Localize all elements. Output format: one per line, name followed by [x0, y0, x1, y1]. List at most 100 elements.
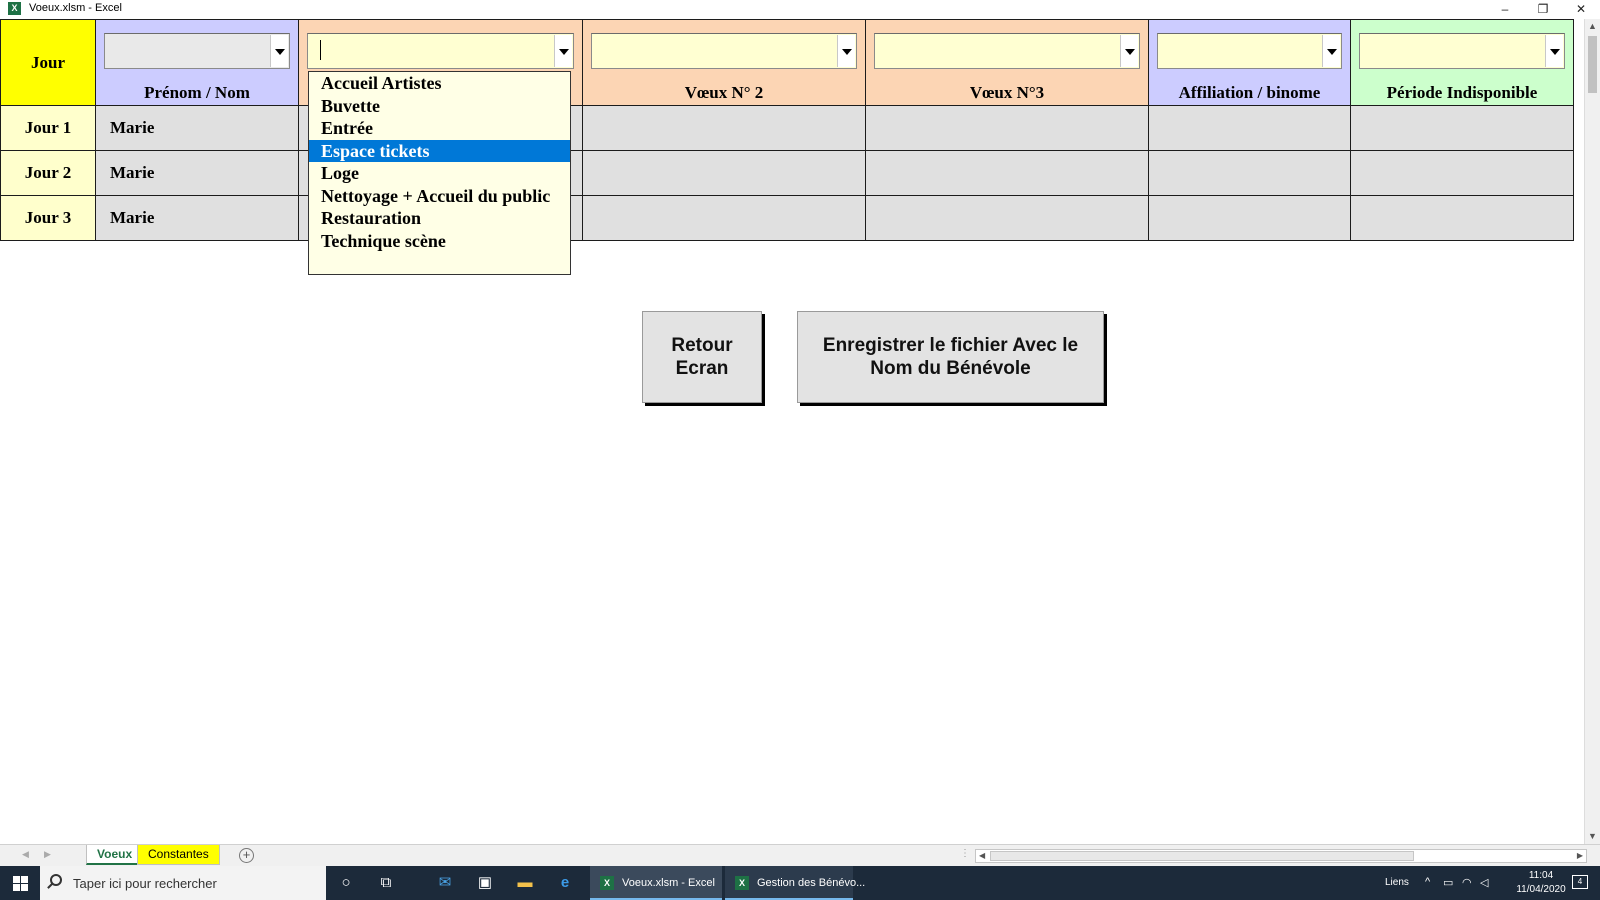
scroll-right-icon[interactable]: ▶	[1577, 850, 1583, 862]
header-affiliation: Affiliation / binome	[1148, 19, 1351, 106]
next-sheet-icon[interactable]: ▶	[44, 849, 51, 860]
excel-icon: X	[600, 876, 614, 890]
affiliation-cell[interactable]	[1148, 105, 1351, 151]
start-button[interactable]	[0, 866, 40, 900]
voeux1-dropdown-list: Accueil Artistes Buvette Entrée Espace t…	[308, 71, 571, 275]
sheet-tab-voeux[interactable]: Voeux	[86, 845, 144, 865]
scroll-left-icon[interactable]: ◀	[979, 850, 985, 862]
periode-combobox[interactable]	[1359, 33, 1565, 69]
periode-cell[interactable]	[1350, 150, 1574, 196]
search-icon	[50, 874, 62, 886]
tray-liens[interactable]: Liens	[1385, 877, 1409, 888]
store-icon[interactable]: ▣	[465, 866, 505, 900]
minimize-button[interactable]: –	[1490, 0, 1520, 18]
dropdown-option-selected[interactable]: Espace tickets	[309, 139, 570, 162]
windows-logo-icon	[13, 876, 28, 891]
windows-taskbar: Taper ici pour rechercher ○ ⧉ ✉ ▣ ▬ e XV…	[0, 866, 1600, 900]
dropdown-option[interactable]: Nettoyage + Accueil du public	[309, 185, 570, 208]
file-explorer-icon[interactable]: ▬	[505, 866, 545, 900]
tray-clock[interactable]: 11:04 11/04/2020	[1516, 869, 1566, 897]
volume-icon[interactable]: ◁	[1480, 876, 1488, 889]
prev-sheet-icon[interactable]: ◀	[22, 849, 29, 860]
edge-icon[interactable]: e	[545, 866, 585, 900]
taskbar-search[interactable]: Taper ici pour rechercher	[40, 866, 326, 900]
scroll-thumb[interactable]	[1588, 36, 1597, 93]
chevron-down-icon[interactable]	[837, 35, 855, 67]
scroll-up-icon[interactable]: ▲	[1585, 19, 1600, 34]
periode-cell[interactable]	[1350, 105, 1574, 151]
voeux3-combobox[interactable]	[874, 33, 1140, 69]
taskbar-app-voeux[interactable]: X Voeux.xlsm - Excel	[590, 866, 722, 900]
chevron-down-icon[interactable]	[270, 35, 288, 67]
wishes-grid: Jour Prénom / Nom Vœux N° 2 Vœux N°3 Aff…	[0, 19, 1574, 241]
sheet-tabs-bar: ◀ ▶ Voeux Constantes + ⋮ ◀ ▶	[0, 844, 1600, 866]
chevron-down-icon[interactable]	[1545, 35, 1563, 67]
chevron-down-icon[interactable]	[554, 35, 572, 67]
wifi-icon[interactable]: ◠	[1462, 876, 1472, 889]
name-cell[interactable]: Marie	[95, 105, 299, 151]
sheet-tab-constantes[interactable]: Constantes	[137, 845, 220, 865]
affiliation-cell[interactable]	[1148, 195, 1351, 241]
excel-icon: X	[8, 2, 21, 15]
header-affiliation-label: Affiliation / binome	[1178, 83, 1321, 102]
name-cell[interactable]: Marie	[95, 195, 299, 241]
affiliation-combobox[interactable]	[1157, 33, 1342, 69]
taskbar-app-gestion[interactable]: X Gestion des Bénévo...	[725, 866, 865, 900]
day-cell[interactable]: Jour 3	[0, 195, 96, 241]
vertical-scrollbar[interactable]: ▲ ▼	[1584, 19, 1600, 844]
scroll-down-icon[interactable]: ▼	[1585, 829, 1600, 844]
voeux2-cell[interactable]	[582, 105, 866, 151]
voeux2-cell[interactable]	[582, 150, 866, 196]
header-voeux-2-label: Vœux N° 2	[684, 83, 764, 102]
name-cell[interactable]: Marie	[95, 150, 299, 196]
voeux3-cell[interactable]	[865, 105, 1149, 151]
add-sheet-icon[interactable]: +	[239, 848, 254, 863]
dropdown-option[interactable]: Entrée	[309, 117, 570, 140]
dropdown-option[interactable]: Buvette	[309, 95, 570, 118]
day-cell[interactable]: Jour 1	[0, 105, 96, 151]
mail-icon[interactable]: ✉	[425, 866, 465, 900]
voeux2-combobox[interactable]	[591, 33, 857, 69]
periode-cell[interactable]	[1350, 195, 1574, 241]
voeux3-cell[interactable]	[865, 150, 1149, 196]
close-button[interactable]: ✕	[1566, 0, 1596, 18]
name-combobox[interactable]	[104, 33, 290, 69]
table-row: Jour 2 Marie	[0, 150, 1574, 196]
notification-icon[interactable]: 4	[1572, 875, 1588, 889]
header-prenom-nom: Prénom / Nom	[95, 19, 299, 106]
dropdown-option[interactable]: Loge	[309, 162, 570, 185]
chevron-down-icon[interactable]	[1322, 35, 1340, 67]
save-file-label: Enregistrer le fichier Avec le Nom du Bé…	[822, 335, 1079, 379]
voeux2-cell[interactable]	[582, 195, 866, 241]
dropdown-option[interactable]: Restauration	[309, 207, 570, 230]
affiliation-cell[interactable]	[1148, 150, 1351, 196]
voeux3-cell[interactable]	[865, 195, 1149, 241]
header-jour-label: Jour	[31, 52, 65, 72]
chevron-down-icon[interactable]	[1120, 35, 1138, 67]
horizontal-scrollbar[interactable]: ◀ ▶	[975, 849, 1587, 863]
splitter-grip-icon[interactable]: ⋮	[960, 848, 970, 859]
retour-ecran-label: Retour Ecran	[671, 335, 733, 379]
table-row: Jour 3 Marie	[0, 195, 1574, 241]
battery-icon[interactable]: ▭	[1443, 876, 1453, 889]
header-voeux-2: Vœux N° 2	[582, 19, 866, 106]
dropdown-option[interactable]: Accueil Artistes	[309, 72, 570, 95]
restore-button[interactable]: ❐	[1528, 0, 1558, 18]
excel-icon: X	[735, 876, 749, 890]
scroll-thumb[interactable]	[990, 851, 1414, 861]
title-bar: X Voeux.xlsm - Excel – ❐ ✕	[0, 0, 1600, 18]
clock-time: 11:04	[1528, 870, 1554, 881]
save-file-button[interactable]: Enregistrer le fichier Avec le Nom du Bé…	[797, 311, 1104, 403]
header-jour: Jour	[0, 19, 96, 106]
chevron-up-icon[interactable]: ^	[1425, 876, 1430, 888]
voeux1-combobox[interactable]	[307, 33, 574, 69]
day-cell[interactable]: Jour 2	[0, 150, 96, 196]
task-view-icon[interactable]: ⧉	[366, 866, 406, 900]
search-placeholder: Taper ici pour rechercher	[73, 876, 217, 891]
retour-ecran-button[interactable]: Retour Ecran	[642, 311, 762, 403]
cortana-icon[interactable]: ○	[326, 866, 366, 900]
header-voeux-3: Vœux N°3	[865, 19, 1149, 106]
text-caret	[320, 40, 321, 60]
header-periode-label: Période Indisponible	[1386, 83, 1538, 102]
dropdown-option[interactable]: Technique scène	[309, 230, 570, 253]
